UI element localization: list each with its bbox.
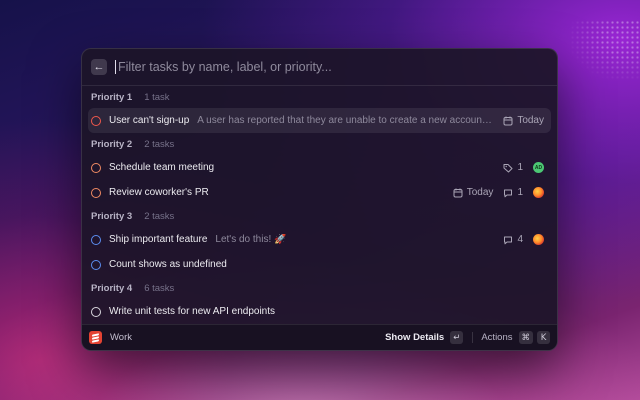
task-list: Priority 1 1 task User can't sign-up A u… (82, 86, 557, 325)
comments-count: 4 (503, 234, 523, 245)
cmd-key-hint: ⌘ (518, 331, 533, 344)
task-row[interactable]: Schedule team meeting 1 AD (88, 155, 551, 180)
due-date: Today (453, 187, 494, 198)
search-input[interactable] (118, 60, 557, 74)
avatar (533, 187, 544, 198)
comments-count-value: 4 (517, 234, 523, 245)
labels-count-value: 1 (517, 162, 523, 173)
arrow-left-icon[interactable]: ← (91, 59, 107, 75)
task-row[interactable]: Count shows as undefined (88, 252, 551, 277)
tag-icon (503, 163, 513, 172)
section-header-priority-2: Priority 2 2 tasks (82, 133, 557, 155)
task-checkbox[interactable] (91, 187, 101, 198)
section-title: Priority 2 (91, 138, 133, 150)
task-description: A user has reported that they are unable… (197, 115, 494, 126)
task-checkbox[interactable] (91, 234, 101, 245)
actions-button[interactable]: Actions (481, 332, 512, 343)
calendar-icon (503, 116, 513, 125)
enter-key-hint: ↵ (450, 331, 464, 344)
section-header-priority-4: Priority 4 6 tasks (82, 277, 557, 299)
section-count: 2 tasks (144, 210, 175, 222)
section-header-priority-1: Priority 1 1 task (82, 86, 557, 108)
text-caret (115, 60, 116, 74)
workspace-name: Work (110, 332, 132, 343)
task-title: Count shows as undefined (109, 259, 227, 270)
avatar: AD (533, 162, 544, 173)
due-date-label: Today (466, 187, 494, 198)
task-checkbox[interactable] (91, 259, 101, 270)
task-row[interactable]: Ship important feature Let's do this! 🚀 … (88, 227, 551, 252)
task-row[interactable]: Review coworker's PR Today 1 (88, 180, 551, 205)
command-window: ← Priority 1 1 task User can't sign-up A… (81, 48, 558, 351)
task-checkbox[interactable] (91, 306, 101, 317)
comments-count-value: 1 (517, 187, 523, 198)
task-title: Review coworker's PR (109, 187, 209, 198)
comments-count: 1 (503, 187, 523, 198)
avatar (533, 234, 544, 245)
comment-icon (504, 236, 513, 244)
show-details-button[interactable]: Show Details (385, 332, 444, 343)
section-count: 1 task (144, 91, 170, 103)
task-description: Let's do this! 🚀 (215, 234, 287, 245)
labels-count: 1 (503, 162, 523, 173)
section-title: Priority 4 (91, 282, 133, 294)
section-count: 2 tasks (144, 138, 175, 150)
k-key-hint: K (537, 331, 550, 344)
task-checkbox[interactable] (91, 115, 101, 126)
section-count: 6 tasks (144, 282, 175, 294)
section-header-priority-3: Priority 3 2 tasks (82, 205, 557, 227)
task-row[interactable]: Write unit tests for new API endpoints (88, 299, 551, 324)
task-title: Ship important feature (109, 234, 208, 245)
background-dot-pattern (570, 20, 640, 80)
task-title: Schedule team meeting (109, 162, 215, 173)
task-checkbox[interactable] (91, 162, 101, 173)
calendar-icon (453, 188, 463, 197)
search-bar: ← (82, 49, 557, 86)
due-date: Today (503, 115, 544, 126)
task-title: User can't sign-up (109, 115, 190, 126)
due-date-label: Today (517, 115, 544, 126)
action-bar: Work Show Details ↵ Actions ⌘ K (82, 324, 557, 350)
section-title: Priority 1 (91, 91, 133, 103)
section-title: Priority 3 (91, 210, 133, 222)
task-row[interactable]: User can't sign-up A user has reported t… (88, 108, 551, 133)
todoist-logo-icon (89, 331, 102, 344)
comment-icon (504, 189, 513, 197)
divider (472, 332, 474, 343)
task-title: Write unit tests for new API endpoints (109, 306, 276, 317)
